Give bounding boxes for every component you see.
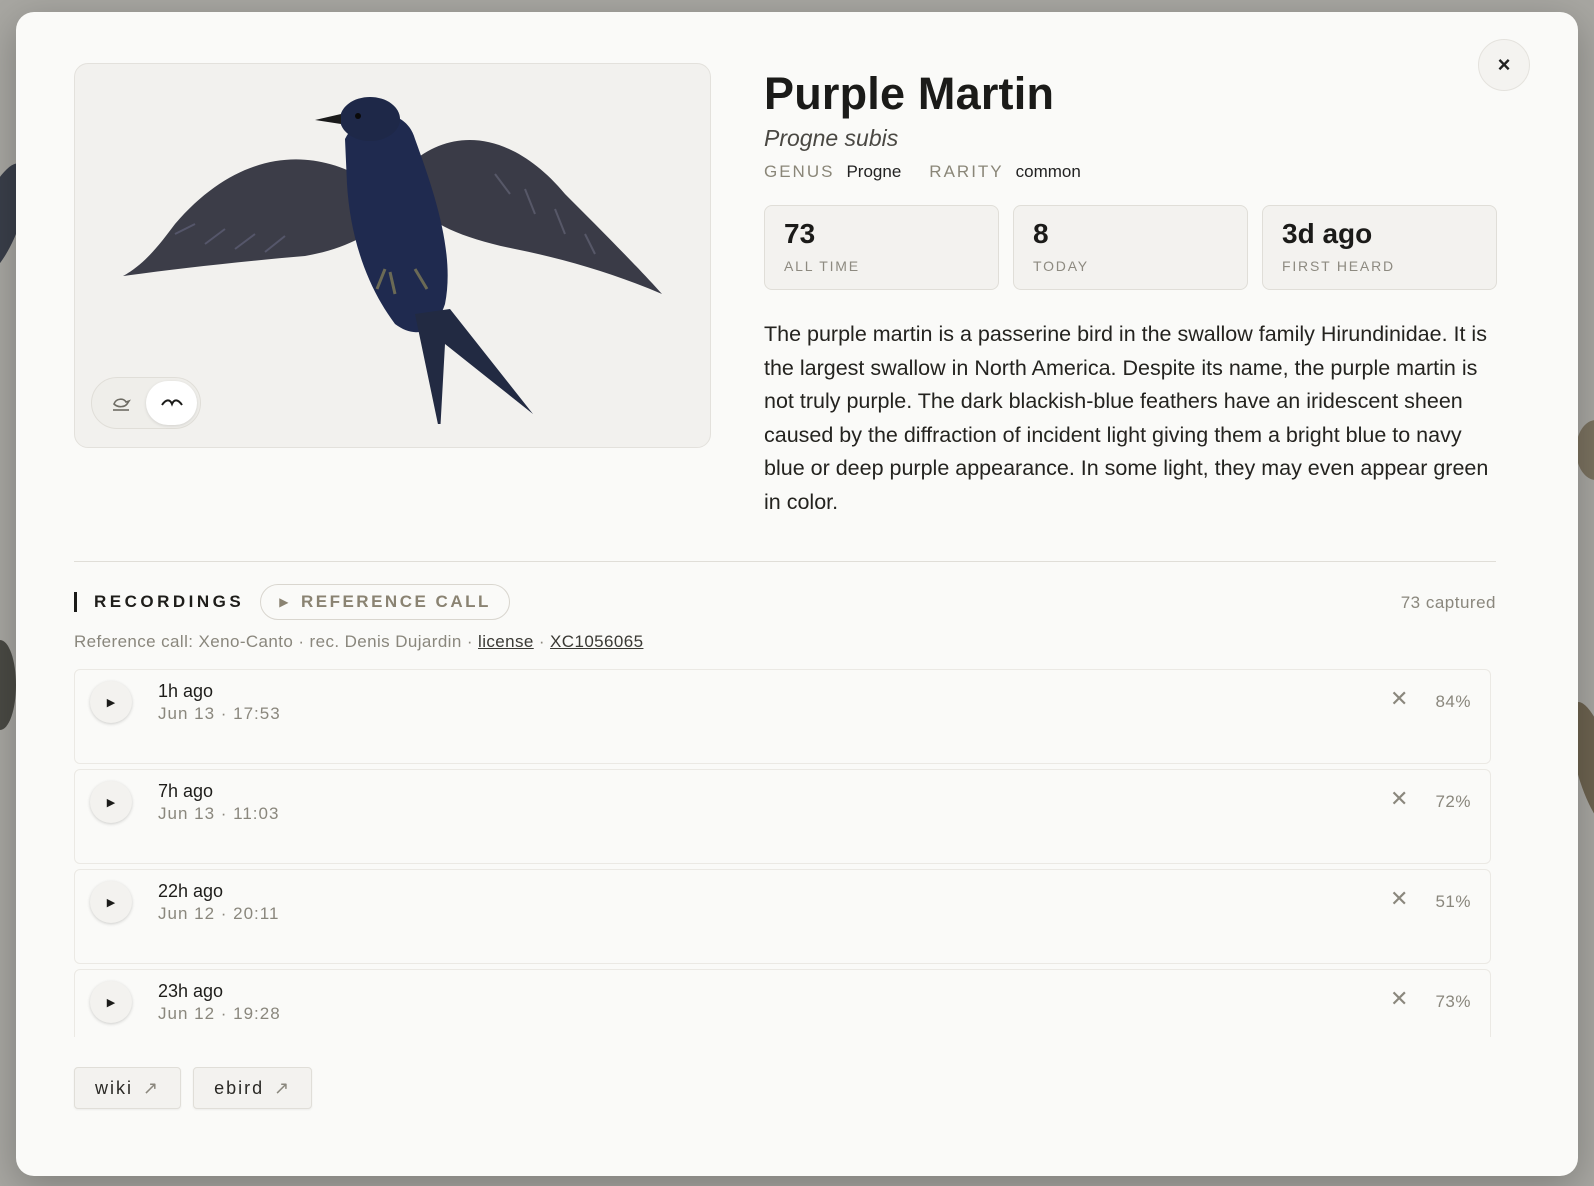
play-icon: ▶ [106, 796, 116, 809]
stat-today: 8 TODAY [1013, 205, 1248, 290]
delete-recording-icon[interactable]: ✕ [1390, 888, 1408, 910]
flying-bird-toggle[interactable] [146, 381, 197, 425]
close-button[interactable]: × [1478, 39, 1530, 91]
stat-value: 8 [1033, 218, 1049, 249]
delete-recording-icon[interactable]: ✕ [1390, 788, 1408, 810]
recording-datetime: Jun 12 · 19:28 [158, 1004, 281, 1023]
stat-value: 73 [784, 218, 816, 249]
purple-martin-illustration [123, 97, 662, 424]
ebird-link-label: ebird [214, 1077, 265, 1098]
species-meta: GENUS Progne RARITY common [764, 162, 1109, 182]
recording-relative-time: 23h ago [158, 981, 224, 1001]
credit-separator: · [538, 632, 545, 651]
recording-relative-time: 1h ago [158, 681, 214, 701]
delete-recording-icon[interactable]: ✕ [1390, 988, 1408, 1010]
recordings-header: RECORDINGS ▶ REFERENCE CALL [74, 584, 510, 620]
recording-row: ▶ 23h ago Jun 12 · 19:28 ✕ 73% [74, 969, 1491, 1037]
play-button[interactable]: ▶ [90, 981, 132, 1023]
species-detail-modal: × Purple Martin Progne subis GENUS Progn… [16, 12, 1578, 1176]
genus-value: Progne [846, 162, 902, 181]
ebird-link-button[interactable]: ebird ↗ [193, 1067, 313, 1109]
recording-row: ▶ 7h ago Jun 13 · 11:03 ✕ 72% [74, 769, 1491, 864]
backdrop-bird-shape [1576, 420, 1594, 480]
reference-call-label: REFERENCE CALL [300, 592, 491, 611]
stat-label: TODAY [1033, 258, 1089, 274]
species-image-card [74, 63, 711, 448]
stat-label: FIRST HEARD [1282, 258, 1395, 274]
credit-text: Reference call: Xeno-Canto · rec. Denis … [74, 632, 473, 651]
reference-call-button[interactable]: ▶ REFERENCE CALL [260, 584, 510, 620]
play-icon: ▶ [279, 595, 291, 609]
arrow-up-right-icon: ↗ [143, 1077, 161, 1098]
play-icon: ▶ [106, 996, 116, 1009]
recording-relative-time: 7h ago [158, 781, 214, 801]
reference-credit: Reference call: Xeno-Canto · rec. Denis … [74, 632, 643, 652]
species-description: The purple martin is a passerine bird in… [764, 322, 1489, 514]
image-style-toggle [91, 377, 201, 429]
arrow-up-right-icon: ↗ [274, 1077, 292, 1098]
recording-confidence: 72% [1435, 792, 1471, 811]
recording-row: ▶ 22h ago Jun 12 · 20:11 ✕ 51% [74, 869, 1491, 964]
perched-bird-icon [112, 398, 131, 411]
external-links: wiki ↗ ebird ↗ [74, 1067, 313, 1109]
stat-all-time: 73 ALL TIME [764, 205, 999, 290]
species-common-name: Purple Martin [764, 68, 1055, 119]
backdrop-bird-shape [0, 640, 16, 730]
close-icon: × [1497, 52, 1511, 77]
recordings-title: RECORDINGS [94, 592, 245, 611]
play-button[interactable]: ▶ [90, 681, 132, 723]
stat-label: ALL TIME [784, 258, 860, 274]
recording-confidence: 51% [1435, 892, 1471, 911]
rarity-label: RARITY [929, 162, 1004, 181]
recording-datetime: Jun 13 · 11:03 [158, 804, 280, 823]
perched-bird-toggle[interactable] [95, 381, 146, 425]
stat-first-heard: 3d ago FIRST HEARD [1262, 205, 1497, 290]
play-icon: ▶ [106, 896, 116, 909]
recording-relative-time: 22h ago [158, 881, 224, 901]
play-icon: ▶ [106, 696, 116, 709]
stats-row: 73 ALL TIME 8 TODAY 3d ago FIRST HEARD [764, 205, 1497, 290]
species-scientific-name: Progne subis [764, 125, 899, 151]
section-divider [74, 561, 1496, 562]
section-marker [74, 592, 77, 612]
xeno-canto-link[interactable]: XC1056065 [550, 632, 643, 651]
recording-row: ▶ 1h ago Jun 13 · 17:53 ✕ 84% [74, 669, 1491, 764]
stat-value: 3d ago [1282, 218, 1373, 249]
play-button[interactable]: ▶ [90, 881, 132, 923]
recording-datetime: Jun 13 · 17:53 [158, 704, 281, 723]
play-button[interactable]: ▶ [90, 781, 132, 823]
rarity-value: common [1015, 162, 1081, 181]
wiki-link-button[interactable]: wiki ↗ [74, 1067, 182, 1109]
recording-confidence: 73% [1435, 992, 1471, 1011]
flying-bird-icon [160, 399, 183, 407]
recording-confidence: 84% [1435, 692, 1471, 711]
wiki-link-label: wiki [95, 1077, 133, 1098]
genus-label: GENUS [764, 162, 835, 181]
delete-recording-icon[interactable]: ✕ [1390, 688, 1408, 710]
recordings-list: ▶ 1h ago Jun 13 · 17:53 ✕ 84% ▶ 7h ago J… [74, 669, 1491, 1037]
recording-datetime: Jun 12 · 20:11 [158, 904, 280, 923]
license-link[interactable]: license [478, 632, 534, 651]
captured-count: 73 captured [1400, 593, 1496, 612]
